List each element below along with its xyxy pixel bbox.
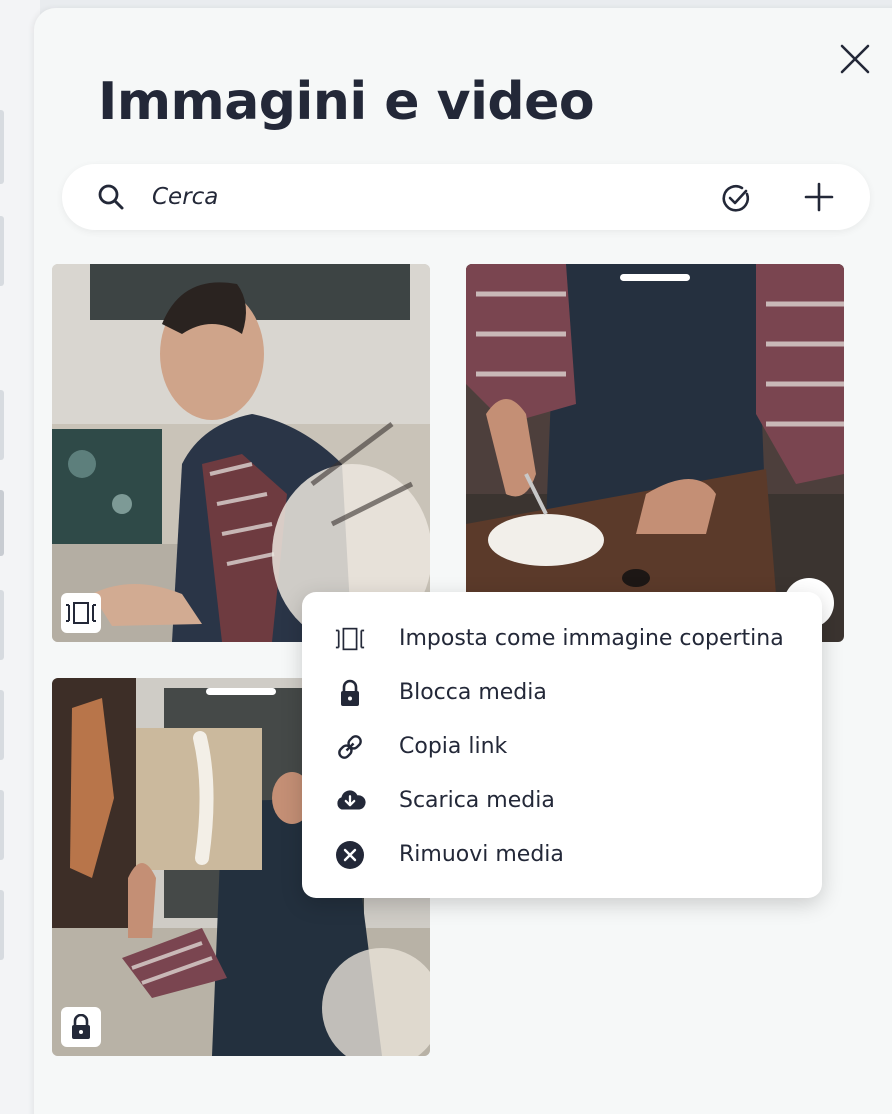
menu-item-label: Rimuovi media <box>399 842 564 867</box>
menu-item-remove-media[interactable]: Rimuovi media <box>302 830 822 878</box>
search-bar <box>62 164 870 230</box>
lock-badge <box>61 1007 101 1047</box>
menu-item-download-media[interactable]: Scarica media <box>302 776 822 824</box>
menu-item-label: Blocca media <box>399 680 547 705</box>
lock-icon <box>72 1014 90 1039</box>
drag-handle[interactable] <box>206 688 276 695</box>
media-panel: Immagini e video <box>34 8 892 1114</box>
select-button[interactable] <box>720 182 752 214</box>
cover-badge <box>61 593 101 633</box>
media-photo <box>52 264 430 642</box>
menu-item-lock-media[interactable]: Blocca media <box>302 668 822 716</box>
cloud-download-icon <box>334 785 366 817</box>
menu-item-set-cover[interactable]: Imposta come immagine copertina <box>302 614 822 662</box>
remove-circle-icon <box>334 839 366 871</box>
app-stage: Immagini e video Cerca Imposta come imma… <box>0 0 892 1114</box>
lock-icon <box>334 677 366 709</box>
add-media-button[interactable] <box>802 180 836 214</box>
panel-title: Immagini e video <box>98 72 595 132</box>
close-icon <box>840 44 870 74</box>
media-thumbnail[interactable] <box>466 264 844 642</box>
context-menu: Imposta come immagine copertina Blocca m… <box>302 592 822 898</box>
media-photo <box>466 264 844 642</box>
search-input[interactable] <box>150 176 694 218</box>
menu-item-label: Imposta come immagine copertina <box>399 626 784 651</box>
drag-handle[interactable] <box>620 274 690 281</box>
cover-image-icon <box>334 623 366 655</box>
plus-icon <box>804 182 834 212</box>
menu-item-label: Copia link <box>399 734 508 759</box>
link-icon <box>334 731 366 763</box>
media-thumbnail[interactable] <box>52 264 430 642</box>
menu-item-copy-link[interactable]: Copia link <box>302 722 822 770</box>
check-circle-icon <box>722 184 750 212</box>
search-icon <box>98 184 124 210</box>
menu-item-label: Scarica media <box>399 788 555 813</box>
close-button[interactable] <box>834 38 876 80</box>
cover-image-icon <box>66 602 96 624</box>
